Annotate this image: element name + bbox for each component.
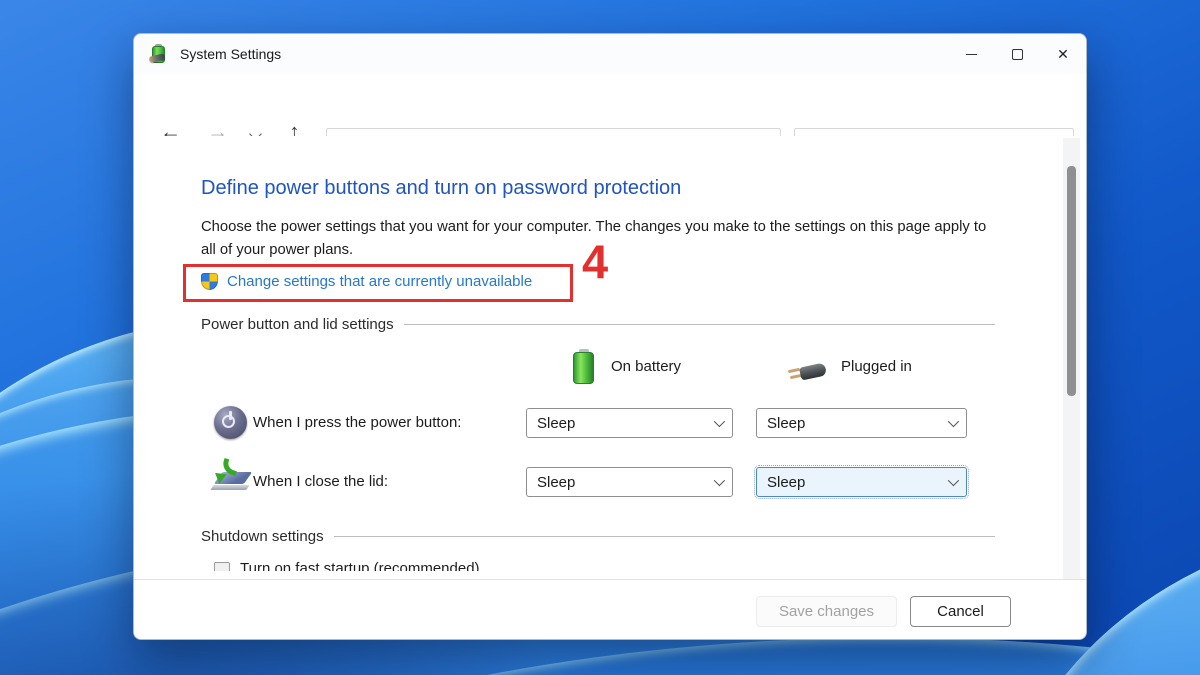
change-unavailable-settings-link[interactable]: Change settings that are currently unava… bbox=[201, 273, 532, 290]
power-button-row-label: When I press the power button: bbox=[253, 414, 462, 431]
close-lid-row-label: When I close the lid: bbox=[253, 473, 389, 490]
section-divider bbox=[403, 324, 995, 325]
fast-startup-row: Turn on fast startup (recommended) bbox=[214, 560, 714, 571]
plug-icon bbox=[784, 362, 830, 384]
fast-startup-checkbox[interactable] bbox=[214, 562, 230, 571]
close-lid-on-battery-select[interactable]: Sleep bbox=[526, 467, 733, 497]
section-divider bbox=[333, 536, 995, 537]
close-icon: ✕ bbox=[1057, 45, 1069, 62]
maximize-icon bbox=[1011, 48, 1023, 60]
fast-startup-label: Turn on fast startup (recommended) bbox=[240, 560, 480, 571]
settings-page-content: Define power buttons and turn on passwor… bbox=[134, 136, 1086, 579]
system-settings-window: System Settings ✕ ← → ↑ « Power Optio...… bbox=[133, 33, 1087, 640]
power-button-on-battery-select[interactable]: Sleep bbox=[526, 408, 733, 438]
uac-shield-icon bbox=[201, 273, 218, 290]
shutdown-section-header: Shutdown settings bbox=[201, 528, 995, 545]
scrollbar-thumb[interactable] bbox=[1067, 166, 1076, 396]
cancel-button[interactable]: Cancel bbox=[910, 596, 1011, 627]
page-title: Define power buttons and turn on passwor… bbox=[201, 177, 682, 199]
chevron-down-icon bbox=[713, 415, 726, 428]
plugged-in-column-header: Plugged in bbox=[841, 358, 912, 375]
chevron-down-icon bbox=[713, 474, 726, 487]
power-button-icon bbox=[214, 406, 247, 439]
admin-link-label: Change settings that are currently unava… bbox=[227, 273, 533, 290]
chevron-down-icon bbox=[947, 415, 960, 428]
dialog-footer: Save changes Cancel bbox=[134, 579, 1086, 639]
close-button[interactable]: ✕ bbox=[1040, 34, 1086, 74]
annotation-step-number: 4 bbox=[582, 235, 609, 288]
close-lid-plugged-in-select[interactable]: Sleep bbox=[754, 465, 969, 499]
minimize-icon bbox=[965, 53, 977, 55]
minimize-button[interactable] bbox=[948, 34, 994, 74]
vertical-scrollbar[interactable] bbox=[1063, 138, 1080, 579]
window-controls: ✕ bbox=[948, 34, 1086, 74]
maximize-button[interactable] bbox=[994, 34, 1040, 74]
window-title: System Settings bbox=[180, 46, 282, 62]
title-bar: System Settings ✕ bbox=[134, 34, 1086, 74]
section-title: Power button and lid settings bbox=[201, 316, 394, 333]
chevron-down-icon bbox=[947, 474, 960, 487]
save-changes-button[interactable]: Save changes bbox=[756, 596, 897, 627]
power-button-plugged-in-select[interactable]: Sleep bbox=[756, 408, 967, 438]
power-lid-section-header: Power button and lid settings bbox=[201, 316, 995, 333]
laptop-lid-icon bbox=[210, 457, 253, 494]
navigation-bar: ← → ↑ « Power Optio... › System Settings… bbox=[134, 74, 1086, 172]
on-battery-column-header: On battery bbox=[611, 358, 682, 375]
battery-icon bbox=[572, 349, 596, 385]
power-options-app-icon[interactable] bbox=[148, 43, 170, 65]
section-title: Shutdown settings bbox=[201, 528, 324, 545]
